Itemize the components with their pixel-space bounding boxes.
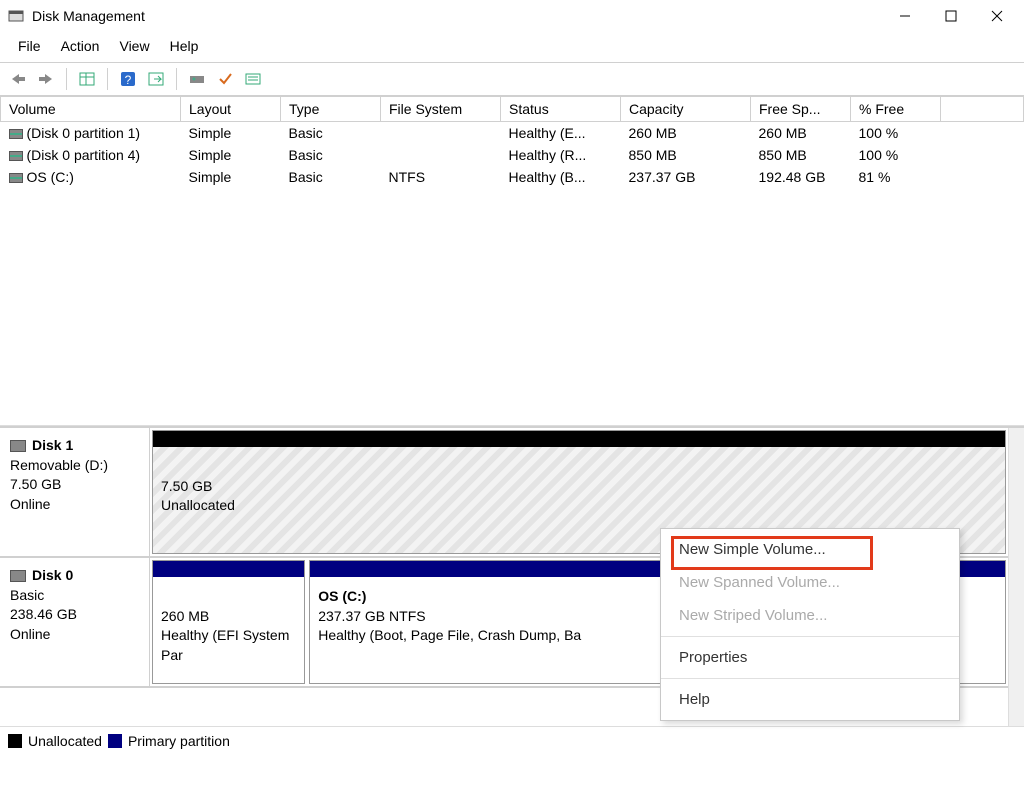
- menu-view[interactable]: View: [109, 36, 159, 56]
- disk-info[interactable]: Disk 1 Removable (D:) 7.50 GB Online: [0, 428, 150, 556]
- volume-status: Healthy (B...: [501, 166, 621, 188]
- volumes-table[interactable]: Volume Layout Type File System Status Ca…: [0, 96, 1024, 188]
- volume-icon: [9, 173, 23, 183]
- disk-status: Online: [10, 495, 139, 515]
- legend: Unallocated Primary partition: [0, 726, 1024, 755]
- volume-capacity: 850 MB: [621, 144, 751, 166]
- titlebar: Disk Management: [0, 0, 1024, 32]
- disk-settings-button[interactable]: [185, 67, 209, 91]
- partition-stripe: [153, 561, 304, 577]
- disk-name: Disk 0: [32, 567, 73, 583]
- volume-layout: Simple: [181, 144, 281, 166]
- volumes-table-wrap: Volume Layout Type File System Status Ca…: [0, 96, 1024, 426]
- disk-icon: [10, 440, 26, 452]
- volume-pct: 81 %: [851, 166, 941, 188]
- context-menu-separator: [661, 678, 959, 679]
- close-button[interactable]: [974, 0, 1020, 32]
- svg-text:?: ?: [125, 73, 132, 87]
- volume-free: 850 MB: [751, 144, 851, 166]
- legend-swatch-primary: [108, 734, 122, 748]
- col-status[interactable]: Status: [501, 97, 621, 122]
- vertical-scrollbar[interactable]: [1008, 428, 1024, 726]
- volume-name: (Disk 0 partition 1): [27, 125, 141, 141]
- partition-line1: 260 MB: [161, 607, 296, 627]
- disk-info[interactable]: Disk 0 Basic 238.46 GB Online: [0, 558, 150, 686]
- volume-layout: Simple: [181, 166, 281, 188]
- volume-row[interactable]: OS (C:) SimpleBasicNTFSHealthy (B...237.3…: [1, 166, 1024, 188]
- volume-row[interactable]: (Disk 0 partition 1) SimpleBasic Healthy (…: [1, 122, 1024, 145]
- context-menu-item[interactable]: Help: [661, 683, 959, 716]
- volume-name: (Disk 0 partition 4): [27, 147, 141, 163]
- help-button[interactable]: ?: [116, 67, 140, 91]
- col-type[interactable]: Type: [281, 97, 381, 122]
- col-filesystem[interactable]: File System: [381, 97, 501, 122]
- col-pctfree[interactable]: % Free: [851, 97, 941, 122]
- volume-free: 260 MB: [751, 122, 851, 145]
- col-capacity[interactable]: Capacity: [621, 97, 751, 122]
- partition-body: 260 MBHealthy (EFI System Par: [153, 577, 304, 683]
- context-menu-item: New Striped Volume...: [661, 599, 959, 632]
- menu-file[interactable]: File: [8, 36, 51, 56]
- volume-pct: 100 %: [851, 122, 941, 145]
- partition-line2: Healthy (EFI System Par: [161, 626, 296, 665]
- volume-capacity: 237.37 GB: [621, 166, 751, 188]
- volume-type: Basic: [281, 122, 381, 145]
- volume-fs: NTFS: [381, 166, 501, 188]
- disk-type: Basic: [10, 586, 139, 606]
- list-settings-button[interactable]: [241, 67, 265, 91]
- volume-free: 192.48 GB: [751, 166, 851, 188]
- legend-label-unallocated: Unallocated: [28, 733, 102, 749]
- maximize-button[interactable]: [928, 0, 974, 32]
- partition-stripe: [153, 431, 1005, 447]
- window-title: Disk Management: [32, 8, 145, 24]
- volume-status: Healthy (R...: [501, 144, 621, 166]
- volume-status: Healthy (E...: [501, 122, 621, 145]
- disk-name: Disk 1: [32, 437, 73, 453]
- minimize-button[interactable]: [882, 0, 928, 32]
- col-filler: [941, 97, 1024, 122]
- legend-label-primary: Primary partition: [128, 733, 230, 749]
- volume-type: Basic: [281, 166, 381, 188]
- disk-status: Online: [10, 625, 139, 645]
- col-layout[interactable]: Layout: [181, 97, 281, 122]
- app-icon: [8, 8, 24, 24]
- col-free[interactable]: Free Sp...: [751, 97, 851, 122]
- refresh-button[interactable]: [144, 67, 168, 91]
- volume-type: Basic: [281, 144, 381, 166]
- menu-help[interactable]: Help: [160, 36, 209, 56]
- volume-name: OS (C:): [27, 169, 74, 185]
- legend-swatch-unallocated: [8, 734, 22, 748]
- col-volume[interactable]: Volume: [1, 97, 181, 122]
- disk-icon: [10, 570, 26, 582]
- volume-row[interactable]: (Disk 0 partition 4) SimpleBasic Healthy (…: [1, 144, 1024, 166]
- disk-size: 238.46 GB: [10, 605, 139, 625]
- context-menu: New Simple Volume...New Spanned Volume..…: [660, 528, 960, 721]
- forward-button[interactable]: [34, 67, 58, 91]
- volume-capacity: 260 MB: [621, 122, 751, 145]
- volume-layout: Simple: [181, 122, 281, 145]
- back-button[interactable]: [6, 67, 30, 91]
- partition-line2: Unallocated: [161, 496, 997, 516]
- volume-pct: 100 %: [851, 144, 941, 166]
- context-menu-item[interactable]: Properties: [661, 641, 959, 674]
- volume-icon: [9, 151, 23, 161]
- details-view-button[interactable]: [75, 67, 99, 91]
- volumes-header-row: Volume Layout Type File System Status Ca…: [1, 97, 1024, 122]
- partition[interactable]: 260 MBHealthy (EFI System Par: [152, 560, 305, 684]
- toolbar: ?: [0, 62, 1024, 96]
- volume-fs: [381, 122, 501, 145]
- volume-icon: [9, 129, 23, 139]
- menubar: File Action View Help: [0, 32, 1024, 62]
- context-menu-item[interactable]: New Simple Volume...: [661, 533, 959, 566]
- check-button[interactable]: [213, 67, 237, 91]
- volume-fs: [381, 144, 501, 166]
- disk-type: Removable (D:): [10, 456, 139, 476]
- disk-size: 7.50 GB: [10, 475, 139, 495]
- menu-action[interactable]: Action: [51, 36, 110, 56]
- partition-line1: 7.50 GB: [161, 477, 997, 497]
- context-menu-item: New Spanned Volume...: [661, 566, 959, 599]
- context-menu-separator: [661, 636, 959, 637]
